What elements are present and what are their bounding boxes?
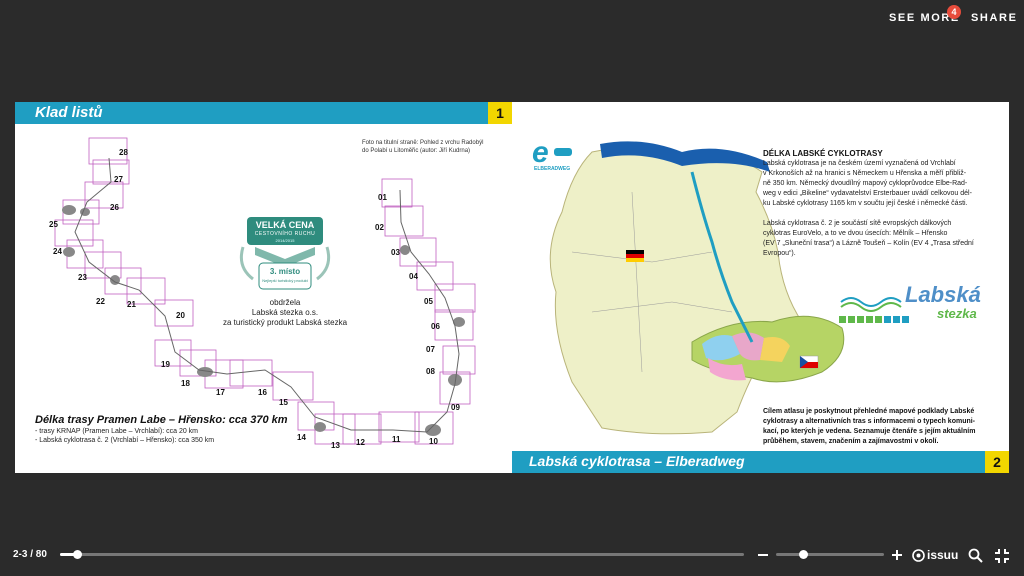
top-bar: SEE MORE 4 SHARE bbox=[0, 0, 1024, 40]
tile-number: 08 bbox=[426, 367, 435, 376]
route-detail: - Labská cyklotrasa č. 2 (Vrchlabí – Hře… bbox=[35, 437, 215, 444]
award-badge: VELKÁ CENA CESTOVNÍHO RUCHU 2014/2015 3.… bbox=[235, 217, 335, 297]
notification-badge: 4 bbox=[947, 5, 961, 19]
issuu-brand: issuu bbox=[927, 548, 959, 562]
tile-number: 09 bbox=[451, 403, 460, 412]
tile-number: 15 bbox=[279, 398, 288, 407]
award-text-line: obdržela bbox=[269, 298, 301, 307]
exit-fullscreen-icon[interactable] bbox=[994, 548, 1010, 564]
tile-number: 19 bbox=[161, 360, 170, 369]
paragraph-line: ně 350 km. Německý dvoudílný mapový cykl… bbox=[763, 180, 968, 187]
tile-number: 14 bbox=[297, 433, 306, 442]
tile-number: 03 bbox=[391, 248, 400, 257]
tile-number: 13 bbox=[331, 441, 340, 450]
tile-number: 12 bbox=[356, 438, 365, 447]
left-page: Klad listů 1 Foto na titulní straně: Poh… bbox=[15, 102, 512, 473]
paragraph-line: kací, po kterých je vedena. Seznamuje čt… bbox=[763, 428, 976, 435]
activity-icons bbox=[839, 316, 909, 323]
zoom-in-icon[interactable] bbox=[890, 548, 904, 562]
magnify-icon[interactable] bbox=[968, 548, 983, 563]
wave-logo-icon bbox=[840, 297, 902, 312]
route-length-title: Délka trasy Pramen Labe – Hřensko: cca 3… bbox=[35, 414, 288, 426]
tile-number: 10 bbox=[429, 437, 438, 446]
tile-number: 22 bbox=[96, 297, 105, 306]
page-progress-slider[interactable] bbox=[60, 550, 744, 559]
tile-number: 11 bbox=[392, 435, 401, 444]
labska-word: Labská bbox=[905, 282, 981, 307]
paragraph-line: Labská cyklotrasa je na českém území vyz… bbox=[763, 160, 956, 167]
award-title: VELKÁ CENA bbox=[255, 220, 315, 230]
paragraph-line: (EV 7 „Sluneční trasa“) a Lázně Toušeň –… bbox=[763, 240, 974, 247]
paragraph-line: v Krkonoších až na hranici s Německem u … bbox=[763, 170, 967, 177]
tile-number: 07 bbox=[426, 345, 435, 354]
paragraph-line: Labská cyklotrasa č. 2 je součástí sítě … bbox=[763, 220, 952, 227]
award-subtitle: CESTOVNÍHO RUCHU bbox=[254, 231, 316, 237]
tile-number: 04 bbox=[409, 272, 418, 281]
issuu-icon bbox=[912, 549, 925, 562]
tile-number: 21 bbox=[127, 300, 136, 309]
paragraph-line: ku Labské cyklotrasy 1165 km v součtu je… bbox=[763, 200, 968, 207]
paragraph-line: průběhem, stavem, značením a zajímavostm… bbox=[763, 438, 939, 445]
route-detail: - trasy KRNAP (Pramen Labe – Vrchlabí): … bbox=[35, 428, 199, 435]
zoom-handle[interactable] bbox=[799, 550, 808, 559]
paragraph-line: cyklotrasy a alternativních tras s infor… bbox=[763, 418, 976, 425]
paragraph-line: weg v edici „Bikeline“ vydavatelství Ers… bbox=[763, 190, 972, 197]
tile-number: 27 bbox=[114, 175, 123, 184]
tile-number: 26 bbox=[110, 203, 119, 212]
page-footer-bar: Labská cyklotrasa – Elberadweg bbox=[512, 451, 985, 473]
award-text-line: za turistický produkt Labská stezka bbox=[222, 318, 348, 327]
award-years: 2014/2015 bbox=[275, 238, 295, 243]
tile-number: 01 bbox=[378, 193, 387, 202]
award-description: obdržela Labská stezka o.s. za turistick… bbox=[210, 298, 360, 328]
paragraph-line: Evropou“). bbox=[763, 250, 796, 257]
paragraph-eurovelo: Labská cyklotrasa č. 2 je součástí sítě … bbox=[763, 219, 988, 259]
right-page: e ELBERADWEG DÉLKA LABSKÉ CYKLOTRASY Lab… bbox=[512, 102, 1009, 473]
zoom-out-icon[interactable] bbox=[756, 548, 770, 562]
page-number: 2 bbox=[985, 451, 1009, 473]
award-category: Nejlepší turistický produkt bbox=[262, 278, 308, 283]
magazine-spread: Klad listů 1 Foto na titulní straně: Poh… bbox=[15, 102, 1009, 473]
tile-number: 24 bbox=[53, 247, 62, 256]
paragraph-atlas-goal: Cílem atlasu je poskytnout přehledné map… bbox=[763, 407, 988, 447]
bottom-toolbar: 2-3 / 80 issuu bbox=[0, 540, 1024, 576]
paragraph-line: Cílem atlasu je poskytnout přehledné map… bbox=[763, 408, 975, 415]
tile-number: 05 bbox=[424, 297, 433, 306]
zoom-slider[interactable] bbox=[776, 550, 884, 559]
paragraph-line: cyklotras EuroVelo, a to ve dvou úsecích… bbox=[763, 230, 948, 237]
footer-title: Labská cyklotrasa – Elberadweg bbox=[529, 453, 745, 469]
tile-number: 25 bbox=[49, 220, 58, 229]
share-button[interactable]: SHARE bbox=[971, 12, 1018, 24]
tile-number: 06 bbox=[431, 322, 440, 331]
progress-handle[interactable] bbox=[73, 550, 83, 559]
page-counter: 2-3 / 80 bbox=[13, 549, 47, 560]
section-title: DÉLKA LABSKÉ CYKLOTRASY bbox=[763, 149, 883, 158]
tile-number: 17 bbox=[216, 388, 225, 397]
award-text-line: Labská stezka o.s. bbox=[251, 308, 319, 317]
tile-number: 02 bbox=[375, 223, 384, 232]
paragraph-length: Labská cyklotrasa je na českém území vyz… bbox=[763, 159, 988, 209]
tile-number: 16 bbox=[258, 388, 267, 397]
award-place: 3. místo bbox=[269, 267, 301, 276]
tile-number: 23 bbox=[78, 273, 87, 282]
tile-number: 18 bbox=[181, 379, 190, 388]
tile-number: 20 bbox=[176, 311, 185, 320]
tile-number: 28 bbox=[119, 148, 128, 157]
labska-stezka-logo: Labská stezka bbox=[839, 282, 989, 328]
